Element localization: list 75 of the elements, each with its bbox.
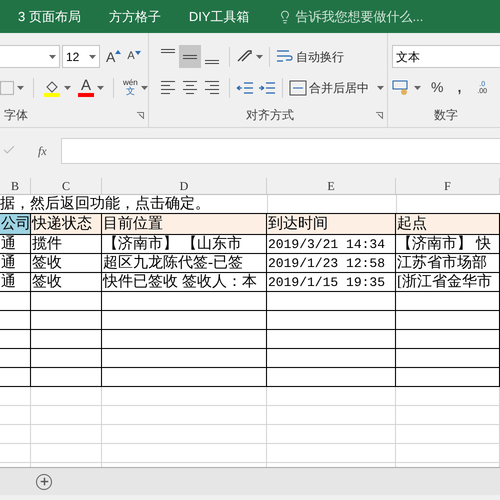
caret-icon[interactable] <box>64 86 71 90</box>
table-cell: 快件已签收 签收人：本 <box>102 273 267 291</box>
font-color-button[interactable]: A <box>78 78 94 97</box>
column-header[interactable]: F <box>396 178 500 194</box>
caret-icon[interactable] <box>89 54 96 58</box>
wrap-text-icon <box>276 48 294 64</box>
caret-icon[interactable] <box>49 54 56 58</box>
table-cell: 2019/1/15 19:35 <box>267 273 396 291</box>
plus-icon <box>38 476 50 487</box>
table-cell: 2019/3/21 14:34 <box>267 235 396 253</box>
merge-cells-icon <box>289 80 307 96</box>
table-header-cell: 起点 <box>396 214 500 234</box>
table-header-cell: 目前位置 <box>102 214 267 234</box>
ribbon-tab[interactable]: DIY工具箱 <box>188 6 250 26</box>
caret-icon[interactable] <box>414 86 421 90</box>
percent-button[interactable]: % <box>431 77 444 98</box>
font-size-field[interactable]: 12 <box>62 45 100 68</box>
column-header[interactable]: D <box>102 178 267 194</box>
group-label: 数字 <box>434 107 458 124</box>
shrink-font-button[interactable]: A <box>127 51 141 62</box>
formula-input[interactable] <box>60 138 500 164</box>
insert-function-button[interactable]: fx <box>38 142 47 160</box>
table-cell: 超区九龙陈代签-已签 <box>102 254 267 272</box>
lines-icon <box>183 54 197 58</box>
lines-icon <box>161 49 175 53</box>
number-format-field[interactable]: 文本 <box>392 45 500 68</box>
table-cell: 通 <box>0 254 31 272</box>
caret-icon[interactable] <box>140 86 148 90</box>
phonetic-guide-button[interactable]: wén 文 <box>123 79 138 96</box>
wrap-text-button[interactable]: 自动换行 <box>276 48 344 66</box>
caret-icon[interactable] <box>97 86 104 90</box>
table-cell-text: 据，然后返回功能，点击确定。 <box>0 195 211 213</box>
column-header[interactable]: E <box>267 178 396 194</box>
tell-me-field[interactable]: 告诉我您想要做什么... <box>296 6 424 26</box>
group-label: 对齐方式 <box>246 107 294 124</box>
dialog-launcher-icon[interactable] <box>137 112 144 118</box>
table-cell: 江苏省市场部 <box>396 254 500 272</box>
dialog-launcher-icon[interactable] <box>376 112 383 118</box>
caret-icon[interactable] <box>17 86 24 90</box>
caret-icon[interactable] <box>256 54 263 58</box>
table-cell: 签收 <box>31 273 102 291</box>
table-header-cell: 快递状态 <box>31 214 102 234</box>
table-cell: 揽件 <box>31 235 102 253</box>
table-cell: 签收 <box>31 254 102 272</box>
table-cell: 【济南市】 快 <box>396 235 500 253</box>
add-sheet-button[interactable] <box>36 474 52 490</box>
table-cell: [浙江省金华市 <box>396 273 500 291</box>
lines-icon <box>205 81 219 94</box>
ribbon-tab[interactable]: 3 页面布局 <box>18 6 81 26</box>
column-header[interactable]: B <box>0 178 31 194</box>
up-caret-icon <box>115 50 122 54</box>
caret-icon[interactable] <box>377 86 384 90</box>
down-caret-icon <box>134 51 141 55</box>
middle-align-button[interactable] <box>179 45 201 68</box>
table-cell: 【济南市】 【山东市 <box>102 235 267 253</box>
ribbon-tab[interactable]: 方方格子 <box>108 6 161 26</box>
table-header-cell: 到达时间 <box>267 214 396 234</box>
lines-icon <box>183 81 197 94</box>
comma-button[interactable]: , <box>457 77 462 98</box>
fill-color-icon[interactable] <box>43 78 61 96</box>
group-label: 字体 <box>4 107 28 124</box>
merge-center-button[interactable]: 合并后居中 <box>289 78 369 96</box>
table-cell: 通 <box>0 235 31 253</box>
decrease-indent-icon[interactable] <box>236 80 254 96</box>
font-name-field[interactable] <box>0 45 60 68</box>
lines-icon <box>205 60 219 64</box>
table-cell: 2019/1/23 12:58 <box>267 254 396 272</box>
column-header[interactable]: C <box>31 178 102 194</box>
increase-indent-icon[interactable] <box>258 80 276 96</box>
table-header-cell: 公司 <box>0 214 31 234</box>
grow-font-button[interactable]: A <box>106 50 122 64</box>
table-cell: 通 <box>0 273 31 291</box>
currency-icon[interactable] <box>392 80 410 96</box>
lines-icon <box>161 81 175 94</box>
borders-icon[interactable] <box>0 80 14 94</box>
